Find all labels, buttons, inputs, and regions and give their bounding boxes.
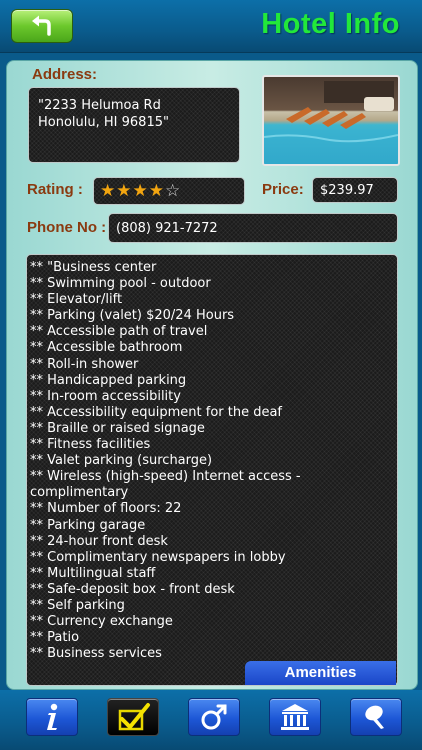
bank-button[interactable] — [269, 698, 321, 736]
gender-button[interactable] — [188, 698, 240, 736]
star-filled-icon: ★ — [116, 181, 133, 201]
back-arrow-icon — [32, 15, 51, 36]
amenity-item: ** Parking garage — [30, 517, 146, 533]
amenity-item: ** Number of floors: 22 — [30, 501, 182, 517]
amenity-item: ** Parking (valet) $20/24 Hours — [30, 308, 235, 324]
amenity-item: ** 24-hour front desk — [30, 533, 168, 549]
rating-label: Rating : — [27, 181, 83, 198]
amenity-item: ** Accessible path of travel — [30, 324, 208, 340]
hotel-photo[interactable] — [262, 75, 400, 166]
amenity-item: ** Roll-in shower — [30, 356, 139, 372]
amenity-item: ** Handicapped parking — [30, 372, 187, 388]
hotel-info-panel: Address: "2233 Helumoa Rd Honolulu, HI 9… — [6, 60, 418, 690]
amenity-item: ** Currency exchange — [30, 614, 173, 630]
address-label: Address: — [32, 66, 98, 83]
phone-value[interactable]: (808) 921-7272 — [108, 213, 398, 243]
address-value: "2233 Helumoa Rd Honolulu, HI 96815" — [28, 87, 240, 163]
amenity-item: ** Complimentary newspapers in lobby — [30, 549, 286, 565]
bank-building-icon — [281, 704, 309, 730]
rating-box: ★★★★☆ — [93, 177, 245, 205]
rating-stars: ★★★★☆ — [100, 181, 181, 201]
map-pin-button[interactable] — [350, 698, 402, 736]
hotel-photo-image — [264, 81, 398, 164]
info-icon — [47, 703, 58, 730]
map-pin-icon — [365, 705, 384, 729]
checklist-button[interactable] — [107, 698, 159, 736]
amenity-item: complimentary — [30, 485, 129, 501]
amenities-list[interactable]: ** "Business center ** Swimming pool - ou… — [26, 254, 398, 686]
back-button[interactable] — [11, 9, 73, 43]
amenity-item: ** Elevator/lift — [30, 292, 123, 308]
top-bar: Hotel Info — [0, 0, 422, 53]
amenity-item: ** Self parking — [30, 597, 125, 613]
amenity-item: ** Multilingual staff — [30, 565, 156, 581]
amenity-item: ** Fitness facilities — [30, 437, 151, 453]
info-button[interactable] — [26, 698, 78, 736]
amenity-item: ** Safe-deposit box - front desk — [30, 581, 235, 597]
price-label: Price: — [262, 181, 304, 198]
star-filled-icon: ★ — [132, 181, 149, 201]
star-empty-icon: ☆ — [165, 181, 182, 201]
male-symbol-icon — [201, 704, 227, 730]
amenity-item: ** Wireless (high-speed) Internet access… — [30, 469, 301, 485]
amenities-tab[interactable]: Amenities — [245, 661, 396, 685]
amenity-item: ** Accessible bathroom — [30, 340, 183, 356]
checkmark-icon — [118, 703, 150, 731]
star-filled-icon: ★ — [148, 181, 165, 201]
amenity-item: ** Accessibility equipment for the deaf — [30, 404, 283, 420]
price-value: $239.97 — [312, 177, 398, 203]
amenity-item: ** In-room accessibility — [30, 388, 181, 404]
page-title: Hotel Info — [261, 8, 400, 40]
amenity-item: ** "Business center — [30, 260, 157, 275]
amenity-item: ** Braille or raised signage — [30, 420, 205, 436]
phone-label: Phone No : — [27, 219, 107, 236]
amenity-item: ** Swimming pool - outdoor — [30, 276, 211, 292]
amenity-item: ** Business services — [30, 646, 162, 662]
bottom-toolbar — [0, 690, 422, 750]
amenity-item: ** Valet parking (surcharge) — [30, 453, 213, 469]
star-filled-icon: ★ — [100, 181, 117, 201]
amenity-item: ** Patio — [30, 630, 80, 646]
